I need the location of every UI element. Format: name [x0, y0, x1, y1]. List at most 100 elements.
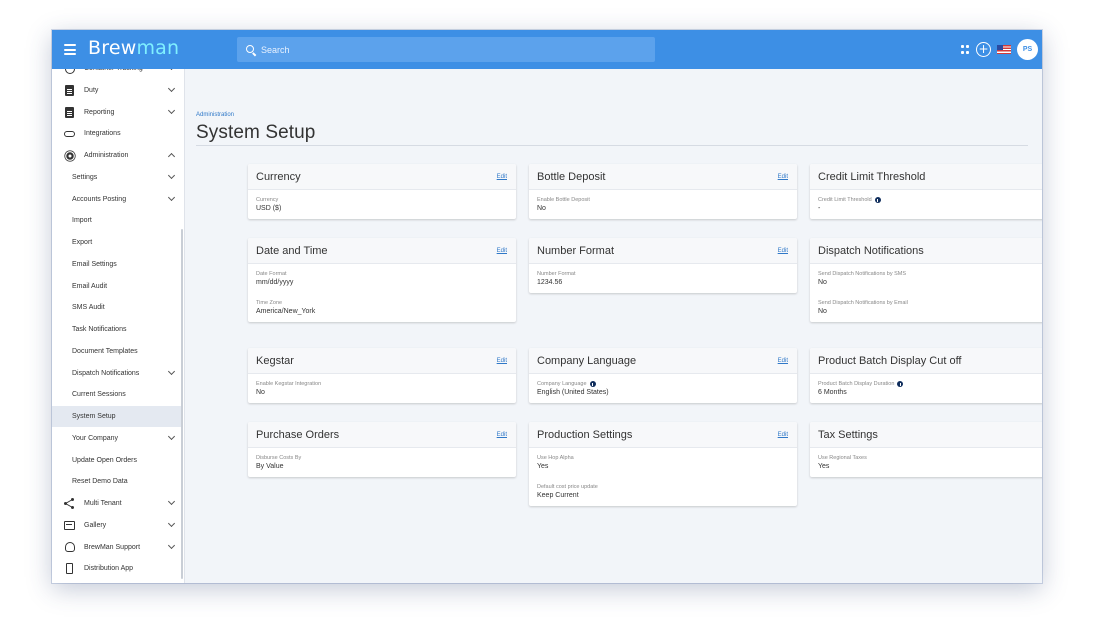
- field-value: America/New_York: [256, 308, 316, 315]
- field-label: Send Dispatch Notifications by Email: [818, 300, 1042, 306]
- sidebar-item-label: Email Settings: [72, 260, 117, 268]
- field-enable-kegstar-integration: Enable Kegstar Integration No: [248, 381, 516, 396]
- sidebar-item-container-tracking[interactable]: Container Tracking: [52, 69, 182, 79]
- chevron-down-icon[interactable]: [167, 497, 176, 506]
- sidebar-item-email-settings[interactable]: Email Settings: [52, 254, 182, 275]
- sidebar-item-label: Distribution App: [84, 565, 134, 573]
- edit-link[interactable]: Edit: [497, 432, 507, 438]
- grid-icon[interactable]: [961, 45, 970, 54]
- info-icon[interactable]: [897, 381, 904, 387]
- sidebar-item-label: Gallery: [84, 521, 107, 529]
- sidebar-item-administration[interactable]: Administration: [52, 145, 182, 166]
- chevron-down-icon[interactable]: [167, 84, 176, 92]
- add-icon[interactable]: +: [976, 42, 991, 57]
- avatar[interactable]: PS: [1017, 39, 1038, 60]
- logo[interactable]: Brewman: [88, 37, 179, 59]
- field-label-text: Currency: [256, 197, 279, 203]
- card-title: Purchase Orders: [256, 429, 340, 441]
- edit-link[interactable]: Edit: [778, 432, 788, 438]
- field-label: Currency: [256, 197, 508, 203]
- sidebar-item-email-audit[interactable]: Email Audit: [52, 276, 182, 297]
- field-send-dispatch-notifications-by-email: Send Dispatch Notifications by Email No: [810, 300, 1042, 315]
- field-label-text: Product Batch Display Duration: [818, 381, 895, 387]
- edit-link[interactable]: Edit: [497, 248, 507, 254]
- sidebar-scrollbar[interactable]: [181, 229, 183, 579]
- sidebar-item-brewman-support[interactable]: BrewMan Support: [52, 537, 182, 558]
- sidebar-item-label: Multi Tenant: [84, 500, 122, 507]
- info-icon[interactable]: [589, 381, 596, 387]
- field-value: -: [818, 205, 821, 212]
- field-use-hop-alpha: Use Hop Alpha Yes: [529, 455, 797, 470]
- sidebar-item-label: Task Notifications: [72, 326, 127, 333]
- field-label-text: Use Regional Taxes: [818, 455, 867, 461]
- sidebar-item-duty[interactable]: Duty: [52, 80, 182, 101]
- info-icon[interactable]: [874, 197, 881, 203]
- field-value: No: [818, 279, 827, 286]
- field-label-text: Time Zone: [256, 300, 283, 306]
- search-input[interactable]: Search: [237, 37, 655, 62]
- chevron-down-icon[interactable]: [167, 519, 176, 527]
- card-body: Currency USD ($): [248, 190, 516, 219]
- sidebar-item-current-sessions[interactable]: Current Sessions: [52, 384, 182, 405]
- sidebar-item-accounts-posting[interactable]: Accounts Posting: [52, 189, 182, 210]
- sidebar-item-import[interactable]: Import: [52, 210, 182, 231]
- field-value: No: [256, 389, 265, 396]
- card-title: Credit Limit Threshold: [818, 171, 926, 183]
- edit-link[interactable]: Edit: [778, 174, 788, 180]
- card-header: Dispatch NotificationsEdit: [810, 238, 1042, 264]
- field-date-format: Date Format mm/dd/yyyy: [248, 271, 516, 286]
- field-label-text: Company Language: [537, 381, 587, 387]
- gallery-icon: [64, 520, 75, 531]
- sidebar-item-system-setup[interactable]: System Setup: [52, 406, 182, 427]
- chevron-down-icon[interactable]: [167, 541, 176, 549]
- breadcrumb[interactable]: Administration: [196, 112, 234, 118]
- sidebar-item-multi-tenant[interactable]: Multi Tenant: [52, 493, 182, 514]
- sidebar-item-distribution-app[interactable]: Distribution App: [52, 558, 182, 579]
- field-label: Time Zone: [256, 300, 508, 306]
- sidebar-item-integrations[interactable]: Integrations: [52, 123, 182, 144]
- sidebar-item-gallery[interactable]: Gallery: [52, 515, 182, 536]
- card-title: Kegstar: [256, 355, 294, 367]
- us-flag-icon[interactable]: [997, 45, 1011, 54]
- edit-link[interactable]: Edit: [778, 248, 788, 254]
- edit-link[interactable]: Edit: [778, 358, 788, 364]
- sidebar-item-task-notifications[interactable]: Task Notifications: [52, 319, 182, 340]
- chevron-down-icon[interactable]: [167, 367, 176, 375]
- sidebar: Container Tracking Duty Reporting Integrati…: [52, 69, 185, 583]
- sidebar-item-export[interactable]: Export: [52, 232, 182, 253]
- field-value: No: [537, 205, 546, 212]
- gear-icon: [64, 150, 75, 161]
- card-number-format: Number Format Edit Number Format 1234.56: [529, 238, 797, 293]
- field-label: Enable Bottle Deposit: [537, 197, 789, 203]
- sidebar-item-label: Document Templates: [72, 347, 138, 355]
- sidebar-item-document-templates[interactable]: Document Templates: [52, 341, 182, 362]
- menu-icon[interactable]: [64, 41, 76, 55]
- sidebar-item-reset-demo-data[interactable]: Reset Demo Data: [52, 471, 182, 492]
- chevron-up-icon[interactable]: [167, 152, 176, 161]
- sidebar-item-settings[interactable]: Settings: [52, 167, 182, 188]
- chevron-down-icon[interactable]: [167, 106, 176, 114]
- sidebar-item-label: Integrations: [84, 130, 121, 138]
- sidebar-item-your-company[interactable]: Your Company: [52, 428, 182, 449]
- chevron-down-icon[interactable]: [167, 69, 176, 71]
- edit-link[interactable]: Edit: [497, 358, 507, 364]
- chevron-down-icon[interactable]: [167, 432, 176, 440]
- card-header: Credit Limit ThresholdEdit: [810, 164, 1042, 190]
- card-body: Disburse Costs By By Value: [248, 448, 516, 477]
- field-label: Default cost price update: [537, 484, 789, 490]
- link-icon: [64, 128, 75, 139]
- field-disburse-costs-by: Disburse Costs By By Value: [248, 455, 516, 470]
- card-header: Production Settings Edit: [529, 422, 797, 448]
- chevron-down-icon[interactable]: [167, 171, 176, 179]
- field-use-regional-taxes: Use Regional Taxes Yes: [810, 455, 1042, 470]
- sidebar-item-reporting[interactable]: Reporting: [52, 102, 182, 123]
- sidebar-item-update-open-orders[interactable]: Update Open Orders: [52, 450, 182, 471]
- card-title: Currency: [256, 171, 301, 183]
- edit-link[interactable]: Edit: [497, 174, 507, 180]
- sidebar-item-sms-audit[interactable]: SMS Audit: [52, 297, 182, 318]
- sidebar-item-label: Update Open Orders: [72, 456, 137, 464]
- field-label-text: Send Dispatch Notifications by Email: [818, 300, 908, 306]
- chevron-down-icon[interactable]: [167, 193, 176, 201]
- sidebar-item-label: BrewMan Support: [84, 543, 141, 551]
- sidebar-item-dispatch-notifications[interactable]: Dispatch Notifications: [52, 363, 182, 384]
